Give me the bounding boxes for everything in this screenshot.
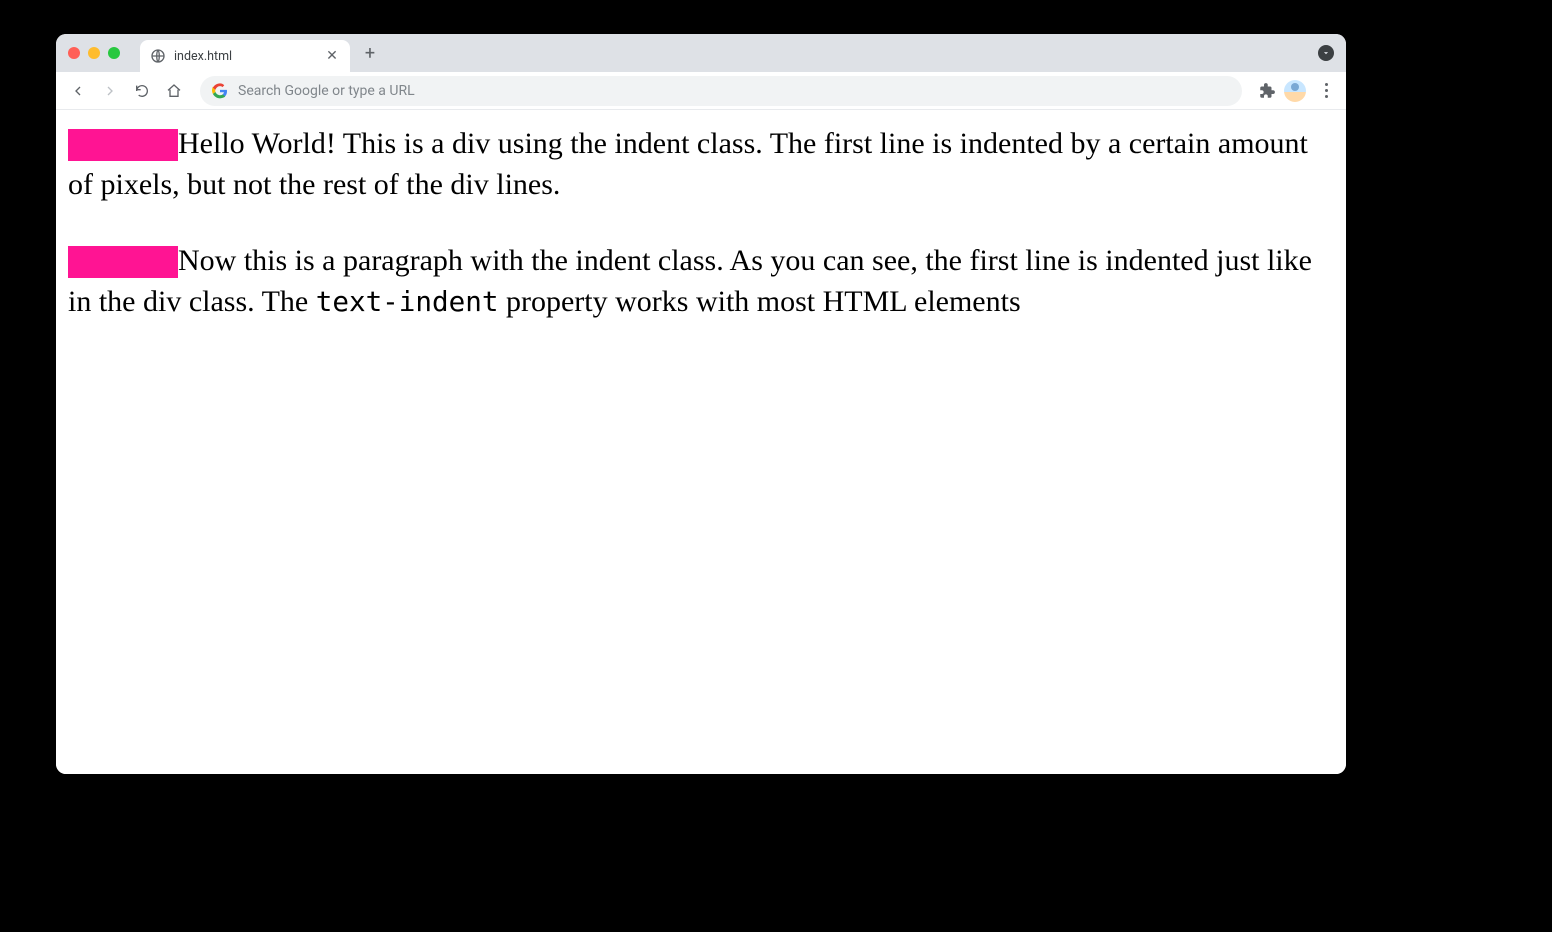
address-bar[interactable]: Search Google or type a URL: [200, 76, 1242, 106]
toolbar-right: [1258, 79, 1338, 102]
address-bar-placeholder: Search Google or type a URL: [238, 83, 415, 99]
indent-div-example: Hello World! This is a div using the ind…: [68, 124, 1334, 205]
globe-icon: [150, 48, 166, 64]
toolbar: Search Google or type a URL: [56, 72, 1346, 110]
browser-tab[interactable]: index.html ✕: [140, 40, 350, 72]
indent-highlight: [68, 246, 178, 278]
page-viewport: Hello World! This is a div using the ind…: [56, 110, 1346, 774]
indent-highlight: [68, 129, 178, 161]
extensions-icon[interactable]: [1258, 82, 1276, 100]
code-snippet: text-indent: [316, 285, 499, 318]
tab-strip: index.html ✕ +: [56, 34, 1346, 72]
close-window-button[interactable]: [68, 47, 80, 59]
back-button[interactable]: [64, 77, 92, 105]
tab-title: index.html: [174, 49, 316, 64]
indent-paragraph-example: Now this is a paragraph with the indent …: [68, 241, 1334, 322]
home-button[interactable]: [160, 77, 188, 105]
profile-avatar[interactable]: [1284, 80, 1306, 102]
paragraph-example-text-part2: property works with most HTML elements: [498, 285, 1020, 318]
window-controls: [68, 47, 120, 59]
chevron-down-icon[interactable]: [1318, 45, 1334, 61]
div-example-text: Hello World! This is a div using the ind…: [68, 127, 1308, 201]
new-tab-button[interactable]: +: [356, 39, 384, 67]
forward-button[interactable]: [96, 77, 124, 105]
reload-button[interactable]: [128, 77, 156, 105]
google-icon: [212, 83, 228, 99]
kebab-menu-button[interactable]: [1314, 79, 1338, 102]
browser-window: index.html ✕ +: [56, 34, 1346, 774]
minimize-window-button[interactable]: [88, 47, 100, 59]
fullscreen-window-button[interactable]: [108, 47, 120, 59]
close-tab-button[interactable]: ✕: [324, 48, 340, 64]
